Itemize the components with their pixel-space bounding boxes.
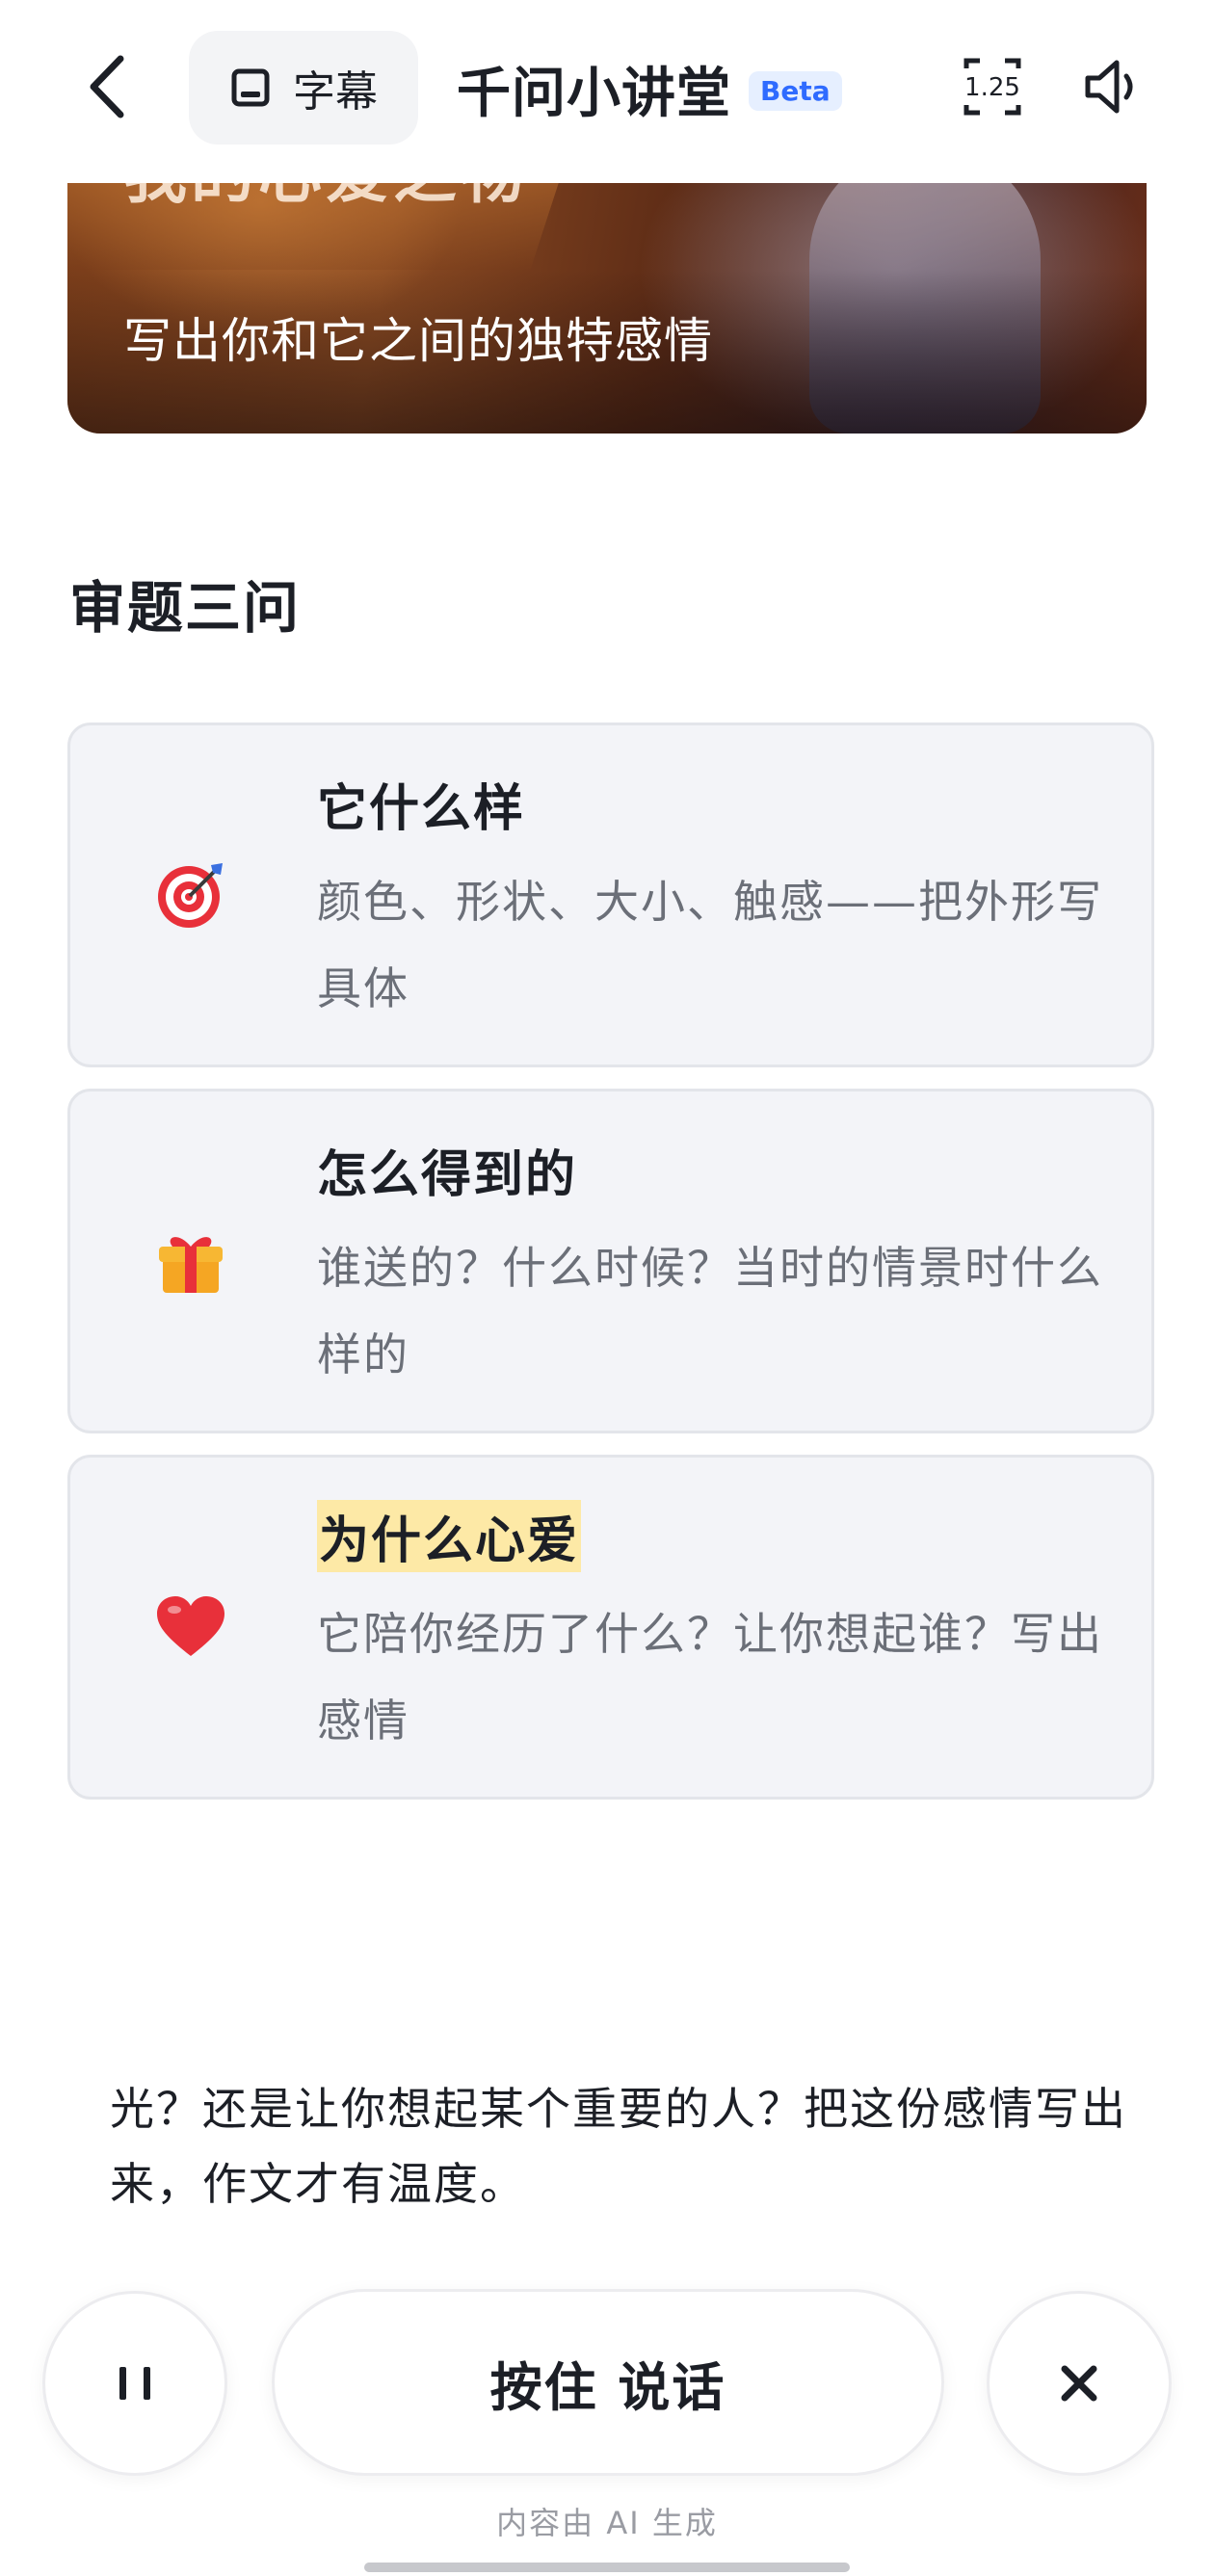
card-description: 谁送的？什么时候？当时的情景时什么样的: [317, 1242, 1103, 1380]
subtitle-label: 字幕: [293, 67, 378, 117]
home-indicator[interactable]: [364, 2563, 850, 2572]
speed-value: 1.25: [964, 73, 1020, 102]
hold-to-talk-button[interactable]: 按住 说话: [272, 2289, 944, 2476]
card-description: 它陪你经历了什么？让你想起谁？写出感情: [317, 1608, 1103, 1747]
gift-icon: [138, 1091, 244, 1431]
close-icon: [1061, 2365, 1097, 2402]
banner-illustration-figure: [809, 145, 1041, 434]
pause-icon: [119, 2367, 150, 2400]
pause-button[interactable]: [42, 2291, 227, 2476]
card-title-highlighted: 为什么心爱: [317, 1500, 582, 1572]
app-title: 千问小讲堂 Beta: [457, 50, 842, 127]
question-card-1: 它什么样 颜色、形状、大小、触感——把外形写具体: [67, 723, 1154, 1067]
subtitle-caption: 光？还是让你想起某个重要的人？把这份感情写出来，作文才有温度。: [110, 2083, 1127, 2210]
speaker-icon: [1085, 60, 1133, 114]
banner-subheading: 写出你和它之间的独特感情: [123, 313, 713, 369]
card-title: 它什么样: [317, 780, 526, 838]
back-button[interactable]: [60, 39, 156, 135]
speed-icon: 1.25: [963, 58, 1021, 116]
lecture-screen: 我的心爱之物 写出你和它之间的独特感情 字幕 千问小讲堂 Beta 1.25: [0, 0, 1214, 2576]
topic-banner: 我的心爱之物 写出你和它之间的独特感情: [67, 145, 1147, 434]
question-card-3: 为什么心爱 它陪你经历了什么？让你想起谁？写出感情: [67, 1455, 1154, 1800]
close-button[interactable]: [987, 2291, 1172, 2476]
card-title: 怎么得到的: [317, 1146, 578, 1204]
beta-badge: Beta: [749, 70, 842, 111]
playback-speed-button[interactable]: 1.25: [954, 48, 1031, 125]
subtitle-icon: [231, 68, 270, 107]
target-icon: [138, 725, 244, 1065]
ai-generated-note: 内容由 AI 生成: [496, 2505, 718, 2541]
app-title-text: 千问小讲堂: [457, 62, 731, 125]
question-card-2: 怎么得到的 谁送的？什么时候？当时的情景时什么样的: [67, 1089, 1154, 1433]
card-description: 颜色、形状、大小、触感——把外形写具体: [317, 876, 1103, 1014]
heart-icon: [138, 1458, 244, 1797]
volume-button[interactable]: [1073, 48, 1150, 125]
chevron-left-icon: [90, 55, 124, 118]
top-bar: 字幕 千问小讲堂 Beta 1.25: [0, 0, 1214, 183]
section-title: 审题三问: [69, 575, 302, 641]
subtitle-toggle-button[interactable]: 字幕: [189, 31, 418, 145]
